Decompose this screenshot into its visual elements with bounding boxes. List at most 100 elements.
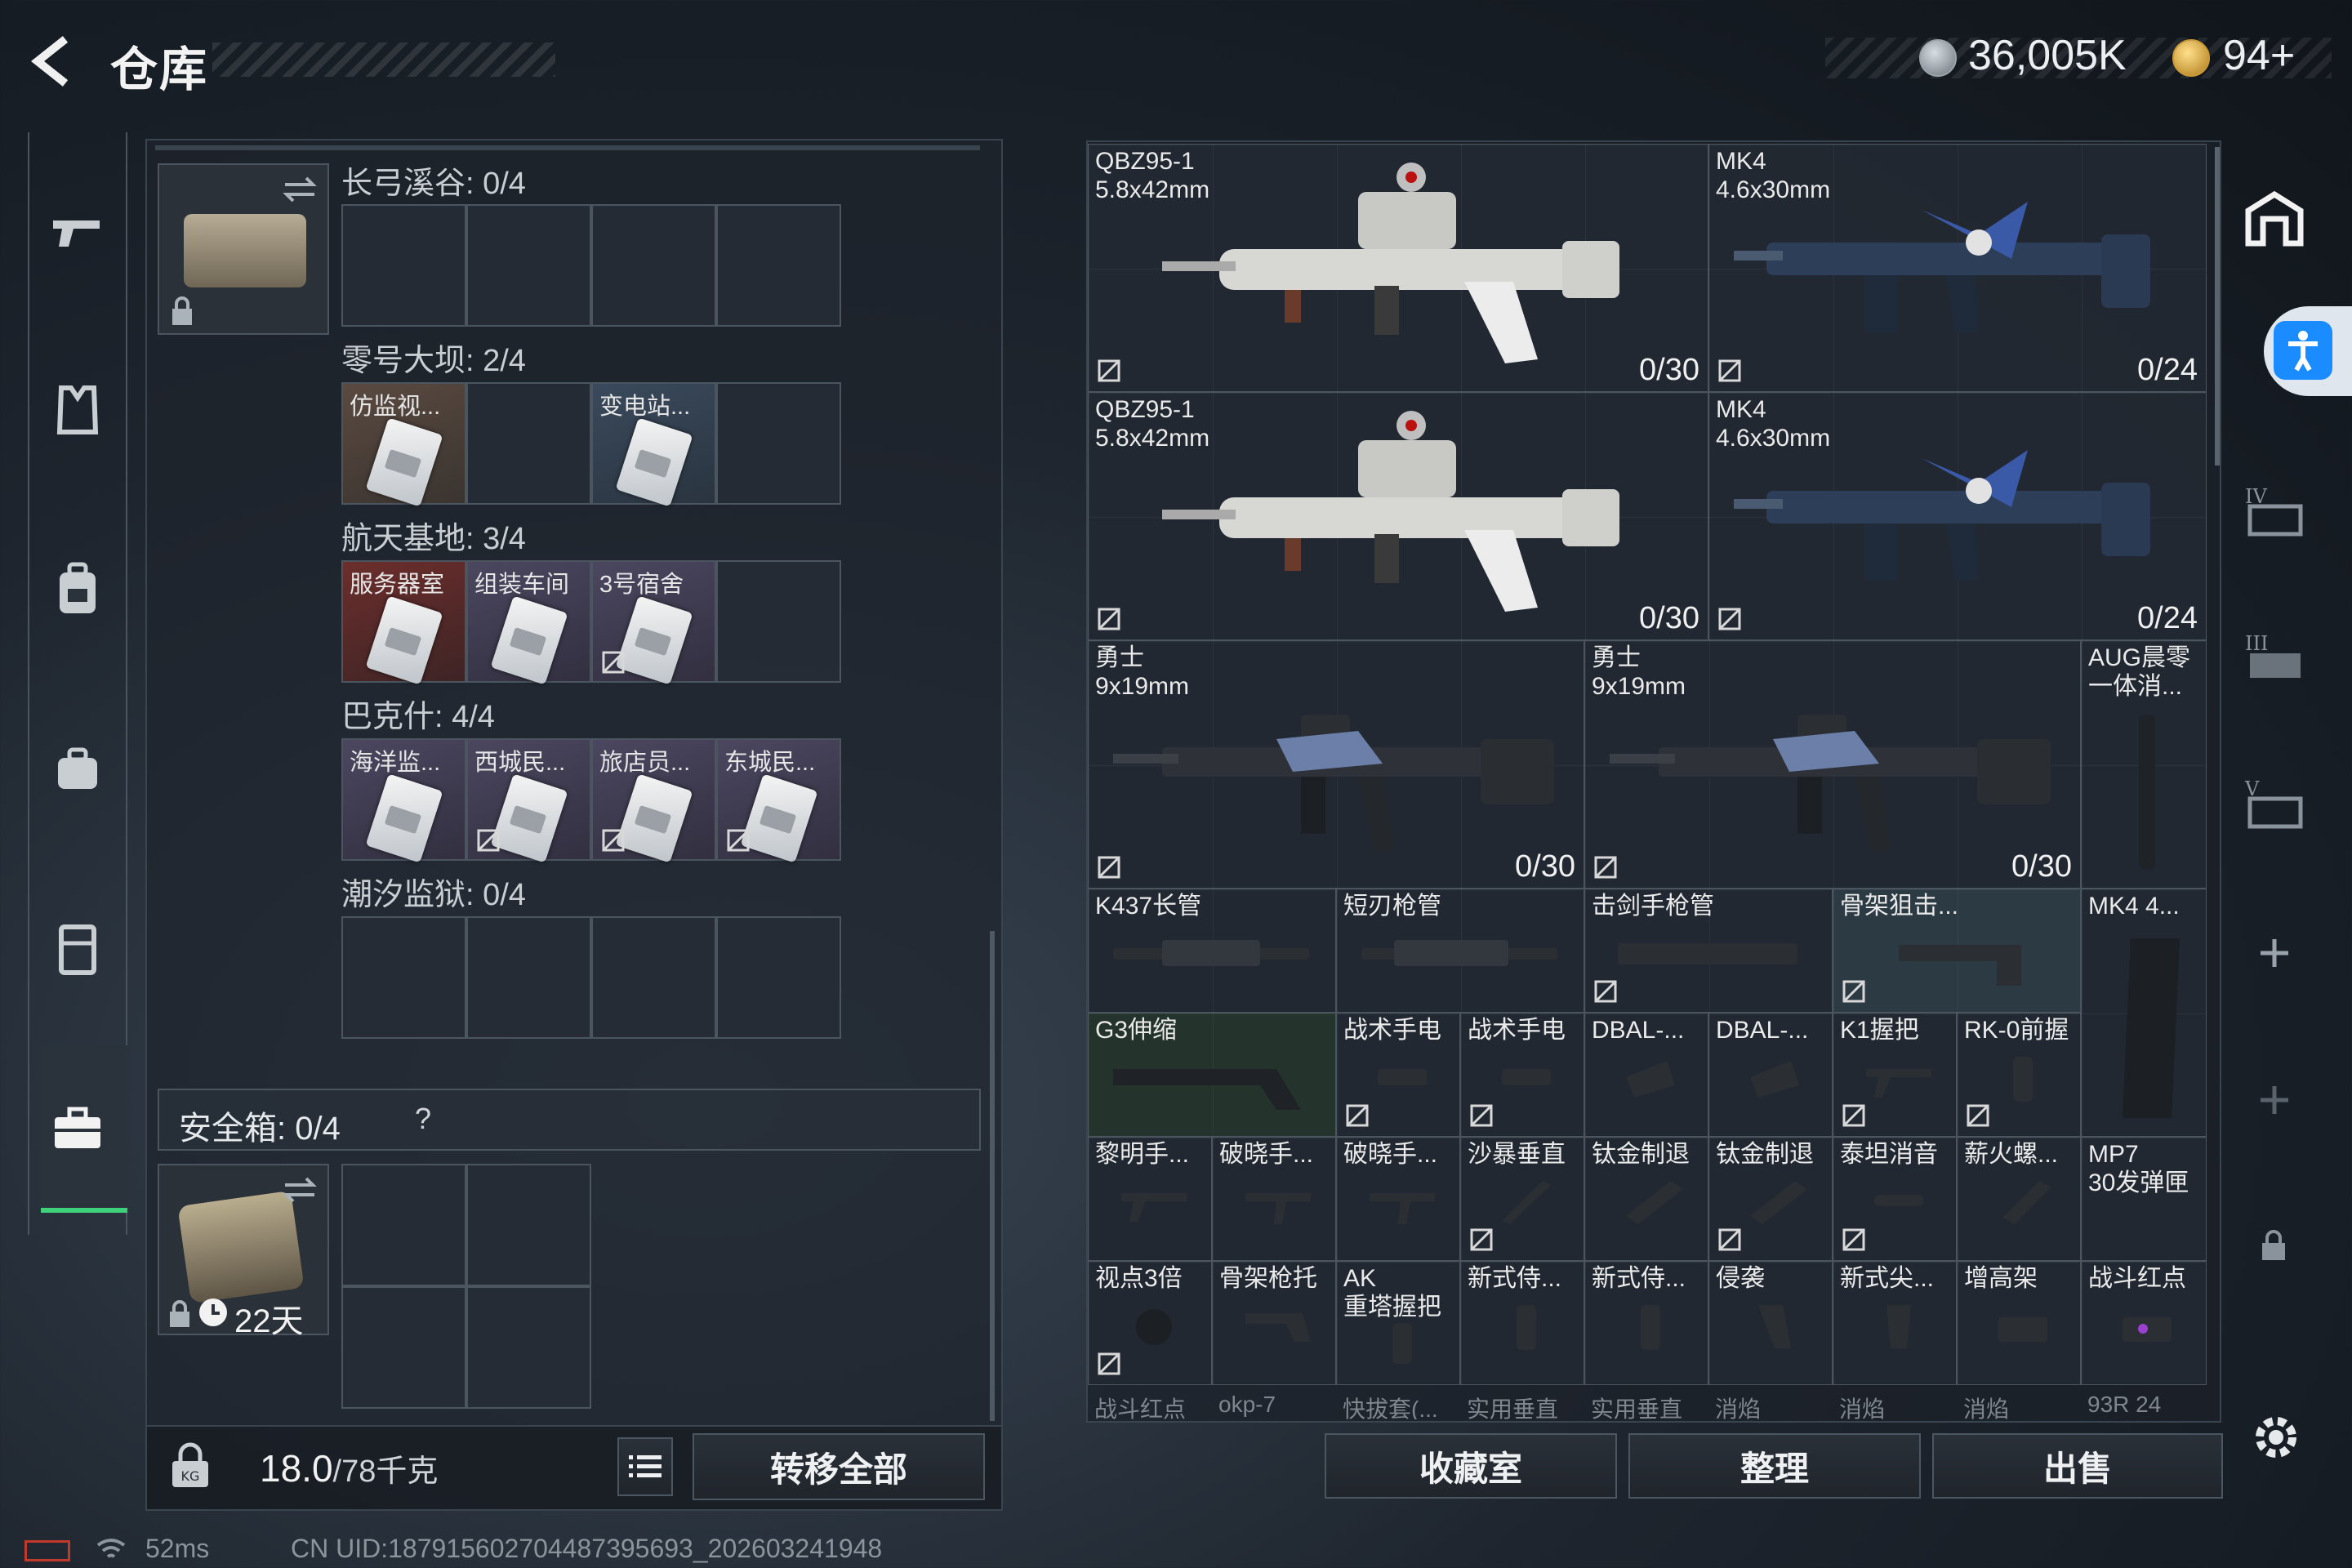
- keycard-slot[interactable]: 旅店员...: [591, 738, 716, 863]
- list-view-button[interactable]: [617, 1437, 673, 1496]
- part-cell[interactable]: 战术手电: [1460, 1013, 1584, 1137]
- magazine-cell[interactable]: MK4 4...: [2081, 889, 2207, 1137]
- part-cell[interactable]: 击剑手枪管: [1584, 889, 1833, 1013]
- keycard-slot[interactable]: 服务器室: [341, 560, 466, 685]
- item-name: AUG晨零 一体消...: [2088, 644, 2191, 700]
- transfer-all-button[interactable]: 转移全部: [693, 1433, 985, 1500]
- weapon-cell-mk4[interactable]: MK4 4.6x30mm 0/24: [1708, 144, 2207, 392]
- part-cell[interactable]: DBAL-...: [1708, 1013, 1833, 1137]
- part-cell[interactable]: RK-0前握: [1957, 1013, 2081, 1137]
- gold-currency[interactable]: 94+: [2223, 31, 2295, 80]
- vest-icon: [59, 924, 96, 975]
- swap-icon[interactable]: [282, 1175, 318, 1205]
- keycard-slot[interactable]: 变电站...: [591, 382, 716, 507]
- swap-icon[interactable]: [282, 175, 318, 204]
- empty-slot[interactable]: [591, 204, 716, 327]
- weapon-cell-mk4[interactable]: MK4 4.6x30mm 0/24: [1708, 392, 2207, 640]
- settings-button[interactable]: [2247, 1409, 2305, 1466]
- part-cell[interactable]: AK 重塔握把: [1336, 1261, 1460, 1385]
- keycard-slot[interactable]: 组装车间: [466, 560, 591, 685]
- keycard-slot[interactable]: 3号宿舍: [591, 560, 716, 685]
- storage-home-tab[interactable]: [2242, 186, 2307, 252]
- part-cell[interactable]: 战斗红点: [2081, 1261, 2207, 1385]
- help-icon[interactable]: ?: [404, 1100, 442, 1138]
- sell-button[interactable]: 出售: [1932, 1433, 2223, 1499]
- nav-weapons[interactable]: [28, 181, 127, 279]
- empty-slot[interactable]: [716, 382, 841, 505]
- part-cell[interactable]: G3伸缩: [1088, 1013, 1336, 1137]
- backpack-icon: [60, 562, 96, 613]
- storage-page-iv[interactable]: IV: [2242, 482, 2307, 539]
- item-name: 骨架枪托: [1219, 1265, 1317, 1292]
- part-cell[interactable]: 破晓手...: [1336, 1137, 1460, 1261]
- no-insurance-icon: [1718, 608, 1741, 630]
- part-cell[interactable]: 视点3倍: [1088, 1261, 1212, 1385]
- part-cell[interactable]: 新式尖...: [1833, 1261, 1957, 1385]
- nav-backpack[interactable]: [28, 541, 127, 639]
- silver-coin-icon: [1919, 39, 1957, 77]
- part-cell[interactable]: 破晓手...: [1212, 1137, 1336, 1261]
- part-cell[interactable]: 侵袭: [1708, 1261, 1833, 1385]
- empty-slot[interactable]: [466, 916, 591, 1039]
- part-cell[interactable]: DBAL-...: [1584, 1013, 1708, 1137]
- rifle-image: [1162, 163, 1619, 363]
- part-cell[interactable]: 新式侍...: [1584, 1261, 1708, 1385]
- part-cell[interactable]: 骨架枪托: [1212, 1261, 1336, 1385]
- part-cell[interactable]: 增高架: [1957, 1261, 2081, 1385]
- empty-slot[interactable]: [466, 1286, 591, 1409]
- empty-slot[interactable]: [341, 1164, 466, 1286]
- part-cell[interactable]: 钛金制退: [1708, 1137, 1833, 1261]
- add-storage-button[interactable]: [2254, 933, 2295, 973]
- part-cell[interactable]: 薪火螺...: [1957, 1137, 2081, 1261]
- empty-slot[interactable]: [466, 382, 591, 505]
- magazine-cell[interactable]: MP7 30发弹匣: [2081, 1137, 2207, 1261]
- empty-slot[interactable]: [716, 916, 841, 1039]
- safebox-case-slot[interactable]: 22天: [158, 1164, 329, 1339]
- part-cell[interactable]: 黎明手...: [1088, 1137, 1212, 1261]
- part-cell[interactable]: K437长管: [1088, 889, 1336, 1013]
- empty-slot[interactable]: [341, 1286, 466, 1409]
- weapon-cell-qbz95-1[interactable]: QBZ95-1 5.8x42mm 0/30: [1088, 392, 1708, 640]
- barrel-image: [1618, 943, 1797, 964]
- part-cell[interactable]: 泰坦消音: [1833, 1137, 1957, 1261]
- weapon-cell-warrior[interactable]: 勇士 9x19mm 0/30: [1584, 640, 2081, 889]
- nav-bag[interactable]: [28, 720, 127, 818]
- weapon-cell-warrior[interactable]: 勇士 9x19mm 0/30: [1088, 640, 1584, 889]
- back-button[interactable]: [24, 33, 82, 90]
- grip-image: [1641, 1305, 1660, 1350]
- attachment-cell-aug-suppressor[interactable]: AUG晨零 一体消...: [2081, 640, 2207, 889]
- weapon-cell-qbz95-1[interactable]: QBZ95-1 5.8x42mm 0/30: [1088, 144, 1708, 392]
- part-cell[interactable]: 新式侍...: [1460, 1261, 1584, 1385]
- nav-safebox[interactable]: [28, 1080, 127, 1178]
- part-cell[interactable]: 短刃枪管: [1336, 889, 1584, 1013]
- empty-slot[interactable]: [591, 916, 716, 1039]
- keycard-slot[interactable]: 西城民...: [466, 738, 591, 863]
- part-cell[interactable]: 骨架狙击...: [1833, 889, 2081, 1013]
- sort-button[interactable]: 整理: [1628, 1433, 1921, 1499]
- keycard-slot[interactable]: 东城民...: [716, 738, 841, 863]
- accessibility-button[interactable]: [2264, 306, 2352, 396]
- empty-slot[interactable]: [716, 560, 841, 683]
- empty-slot[interactable]: [466, 204, 591, 327]
- item-name: 新式尖...: [1840, 1265, 1935, 1292]
- empty-slot[interactable]: [341, 204, 466, 327]
- part-cell[interactable]: 钛金制退: [1584, 1137, 1708, 1261]
- container-scrollbar[interactable]: [990, 931, 995, 1421]
- empty-slot[interactable]: [341, 916, 466, 1039]
- nav-vest[interactable]: [28, 900, 127, 998]
- part-cell[interactable]: 沙暴垂直: [1460, 1137, 1584, 1261]
- collection-room-button[interactable]: 收藏室: [1325, 1433, 1617, 1499]
- item-name: 破晓手...: [1343, 1141, 1438, 1168]
- storage-page-v[interactable]: V: [2242, 774, 2307, 831]
- key-case-slot[interactable]: [158, 163, 329, 335]
- storage-scrollbar[interactable]: [2215, 147, 2220, 466]
- keycard-slot[interactable]: 海洋监...: [341, 738, 466, 863]
- keycard-slot[interactable]: 仿监视...: [341, 382, 466, 507]
- part-cell[interactable]: K1握把: [1833, 1013, 1957, 1137]
- part-cell[interactable]: 战术手电: [1336, 1013, 1460, 1137]
- empty-slot[interactable]: [716, 204, 841, 327]
- add-storage-button-disabled[interactable]: [2254, 1080, 2295, 1120]
- empty-slot[interactable]: [466, 1164, 591, 1286]
- nav-armor[interactable]: [28, 361, 127, 459]
- storage-page-iii[interactable]: III: [2242, 629, 2307, 686]
